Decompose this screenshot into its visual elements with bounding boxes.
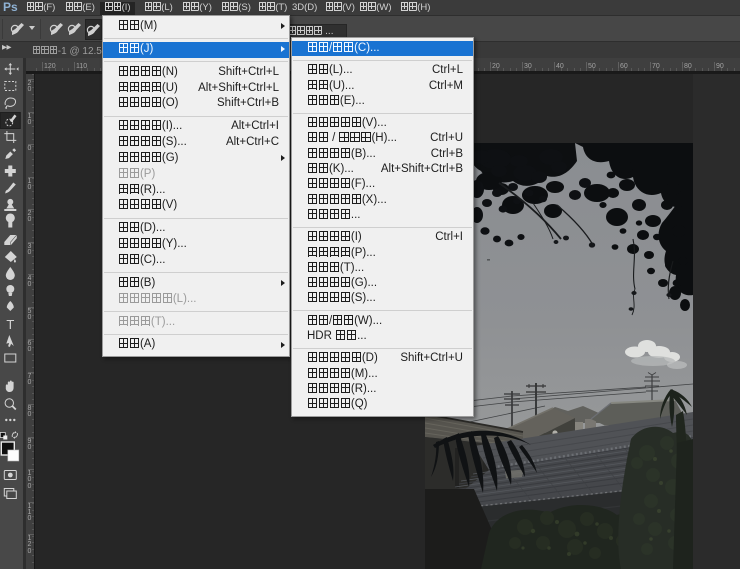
- svg-text:T: T: [6, 317, 14, 332]
